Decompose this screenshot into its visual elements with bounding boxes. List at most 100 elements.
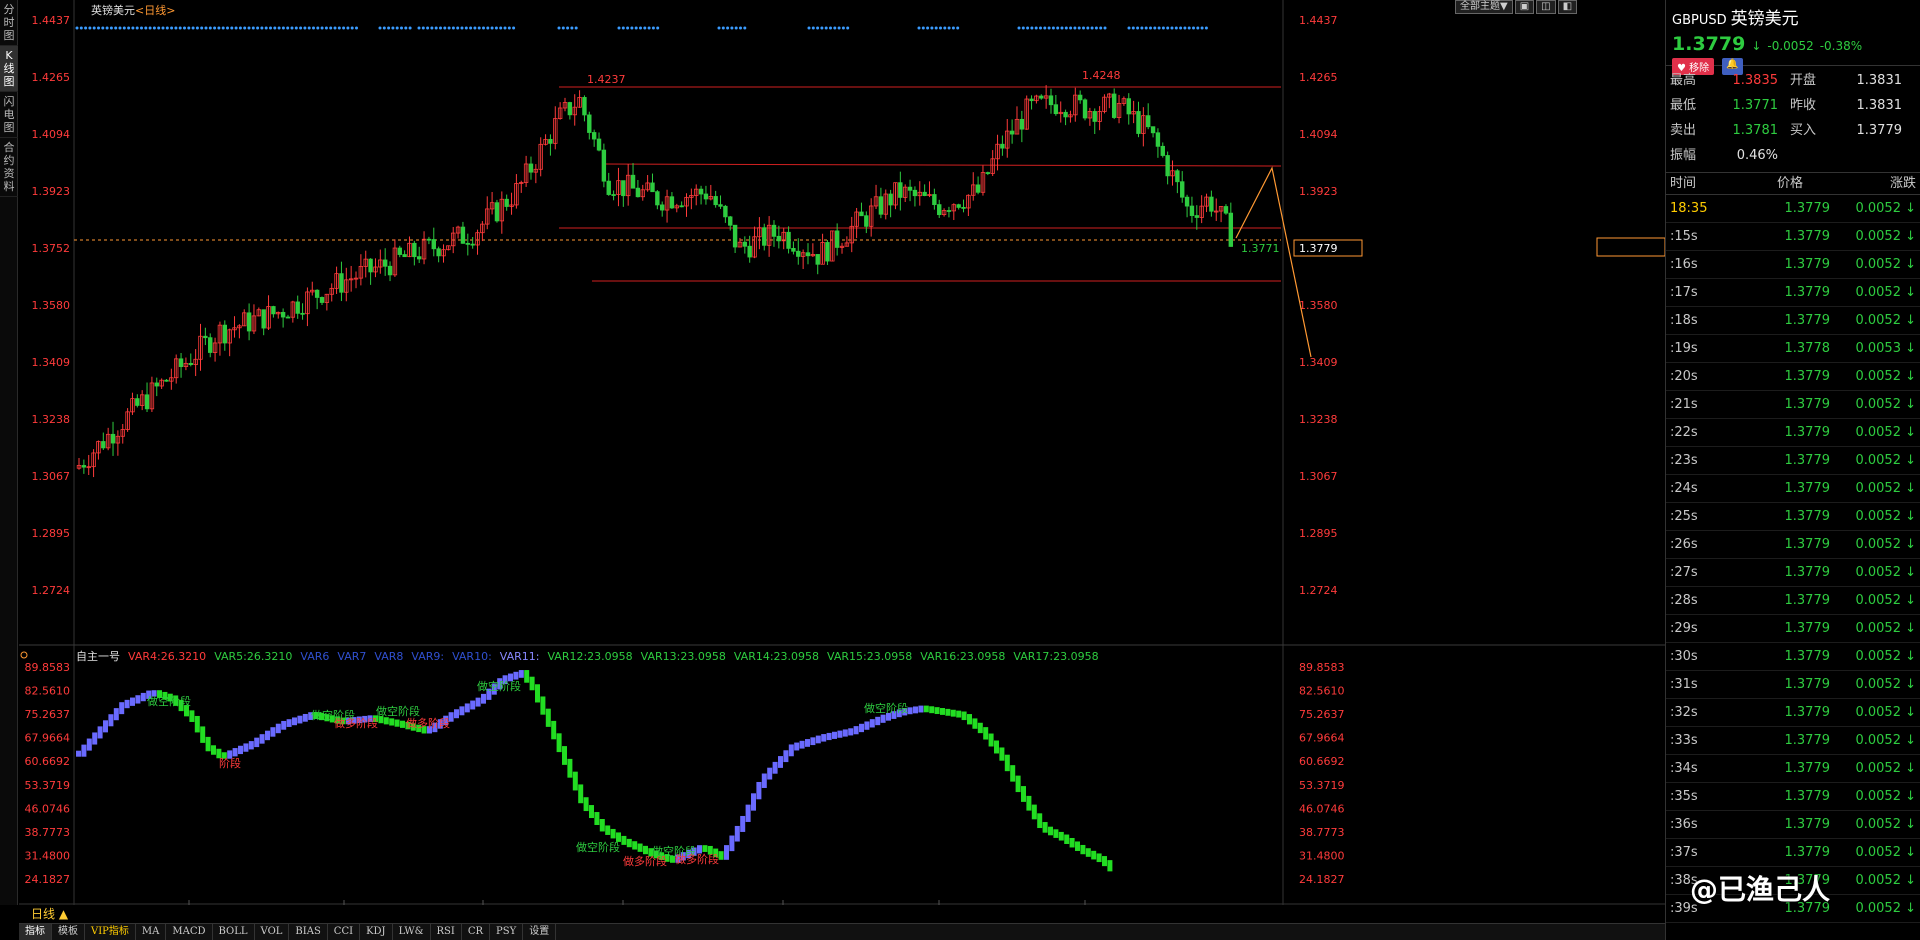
left-tab-0[interactable]: 分时图 bbox=[0, 0, 18, 46]
indicator-bar bbox=[918, 705, 924, 713]
signal-dot bbox=[251, 26, 255, 30]
indicator-bar bbox=[589, 805, 594, 819]
indicator-bar bbox=[842, 729, 848, 737]
tick-price: 1.3779 bbox=[1784, 761, 1831, 776]
indicator-bar bbox=[454, 709, 459, 719]
tick-row: :18s 1.3779 0.0052 ↓ bbox=[1666, 307, 1920, 335]
signal-dot bbox=[294, 26, 298, 30]
phase-label: 做多阶段 bbox=[675, 852, 719, 866]
tick-change: 0.0053 ↓ bbox=[1855, 341, 1916, 356]
tick-row: :35s 1.3779 0.0052 ↓ bbox=[1666, 783, 1920, 811]
candle-body bbox=[1155, 132, 1161, 147]
indicator-tab-13[interactable]: PSY bbox=[490, 924, 524, 940]
indicator-bar bbox=[880, 714, 886, 723]
indicator-tab-12[interactable]: CR bbox=[462, 924, 491, 940]
tick-change: 0.0052 ↓ bbox=[1855, 621, 1916, 636]
left-tab-1[interactable]: K线图 bbox=[0, 46, 18, 92]
indicator-tab-10[interactable]: LW& bbox=[393, 924, 431, 940]
tick-row: :16s 1.3779 0.0052 ↓ bbox=[1666, 251, 1920, 279]
layout-grid-icon[interactable]: ▣ bbox=[1514, 0, 1535, 14]
candle-body bbox=[791, 248, 796, 252]
candle-body bbox=[596, 138, 602, 151]
candle-body bbox=[1029, 98, 1034, 102]
indicator-bar bbox=[869, 719, 875, 728]
tick-price: 1.3779 bbox=[1784, 313, 1831, 328]
signal-dot bbox=[469, 26, 473, 30]
indicator-bar bbox=[864, 721, 870, 730]
signal-dot bbox=[269, 26, 272, 30]
signal-dot bbox=[717, 26, 721, 30]
indicator-bar bbox=[119, 702, 125, 715]
indicator-axis-label-right: 24.1827 bbox=[1299, 873, 1345, 886]
signal-dot bbox=[316, 26, 320, 30]
indicator-tab-14[interactable]: 设置 bbox=[523, 924, 557, 940]
signal-dot bbox=[286, 26, 290, 30]
indicator-bar bbox=[567, 758, 573, 778]
period-tab[interactable]: 日线 ▲ bbox=[19, 905, 89, 923]
price-axis-label-right: 1.3067 bbox=[1299, 470, 1338, 483]
indicator-tab-1[interactable]: 模板 bbox=[52, 924, 85, 940]
indicator-tab-4[interactable]: MACD bbox=[166, 924, 213, 940]
indicator-bar bbox=[821, 734, 827, 742]
indicator-tab-9[interactable]: KDJ bbox=[360, 924, 393, 940]
indicator-tab-5[interactable]: BOLL bbox=[213, 924, 255, 940]
indicator-bar bbox=[1042, 822, 1048, 833]
indicator-tab-7[interactable]: BIAS bbox=[289, 924, 328, 940]
indicator-bar bbox=[286, 719, 292, 727]
kline-svg[interactable]: 1.4437 1.4437 1.4265 1.4265 1.4094 1.4094 1.39… bbox=[19, 0, 1665, 905]
tick-row: :28s 1.3779 0.0052 ↓ bbox=[1666, 587, 1920, 615]
signal-dot bbox=[135, 26, 139, 30]
tick-time: :32s bbox=[1670, 705, 1698, 720]
indicator-bar bbox=[189, 710, 195, 722]
candle-body bbox=[1126, 98, 1131, 115]
indicator-bar bbox=[848, 728, 854, 736]
indicator-bar bbox=[297, 715, 303, 724]
indicator-tab-2[interactable]: VIP指标 bbox=[85, 924, 136, 940]
kline-chart-area[interactable]: 1.4437 1.4437 1.4265 1.4265 1.4094 1.4094 1.39… bbox=[19, 0, 1665, 905]
left-tab-2[interactable]: 闪电图 bbox=[0, 92, 18, 138]
ticks-list[interactable]: 18:35 1.3779 0.0052 ↓:15s 1.3779 0.0052 ↓:16… bbox=[1666, 195, 1920, 923]
down-arrow-icon: ↓ bbox=[1751, 39, 1762, 53]
indicator-tab-6[interactable]: VOL bbox=[255, 924, 290, 940]
signal-dot bbox=[333, 26, 337, 30]
indicator-tab-3[interactable]: MA bbox=[136, 924, 167, 940]
tick-time: :36s bbox=[1670, 817, 1698, 832]
left-tab-3[interactable]: 合约资料 bbox=[0, 138, 18, 197]
indicator-tab-11[interactable]: RSI bbox=[431, 924, 462, 940]
candle-body bbox=[567, 102, 573, 116]
candle-body bbox=[650, 182, 655, 193]
signal-dot bbox=[260, 26, 264, 30]
tick-change: 0.0052 ↓ bbox=[1855, 229, 1916, 244]
candle-body bbox=[655, 191, 660, 206]
layout-full-icon[interactable]: ◧ bbox=[1557, 0, 1578, 14]
tick-price: 1.3779 bbox=[1784, 621, 1831, 636]
indicator-bar bbox=[281, 720, 287, 730]
signal-dot bbox=[79, 26, 83, 30]
candle-body bbox=[319, 297, 325, 303]
indicator-tab-8[interactable]: CCI bbox=[328, 924, 361, 940]
layout-split-icon[interactable]: ◫ bbox=[1536, 0, 1556, 14]
theme-select[interactable]: 全部主题▼ bbox=[1455, 0, 1513, 14]
indicator-tab-0[interactable]: 指标 bbox=[19, 924, 52, 940]
indicator-bar bbox=[1015, 775, 1021, 793]
candle-body bbox=[898, 182, 903, 198]
candle-body bbox=[776, 235, 782, 242]
indicator-bar bbox=[481, 693, 486, 704]
candle-body bbox=[504, 198, 509, 207]
signal-dot bbox=[421, 26, 425, 30]
candle-body bbox=[796, 250, 801, 257]
signal-dot bbox=[378, 26, 382, 30]
indicator-bar bbox=[86, 738, 92, 751]
candle-body bbox=[548, 138, 553, 144]
candle-body bbox=[907, 186, 913, 191]
indicator-bar bbox=[767, 767, 773, 780]
candle-body bbox=[188, 362, 193, 366]
candle-body bbox=[582, 97, 587, 116]
indicator-bar bbox=[837, 730, 843, 738]
tick-time: :31s bbox=[1670, 677, 1698, 692]
signal-dot bbox=[820, 26, 824, 30]
indicator-axis-label-right: 75.2637 bbox=[1299, 708, 1345, 721]
quote-symbol: GBPUSD 英镑美元 bbox=[1672, 4, 1914, 29]
candle-body bbox=[1063, 111, 1068, 118]
quote-change-pct: -0.38% bbox=[1819, 39, 1863, 53]
